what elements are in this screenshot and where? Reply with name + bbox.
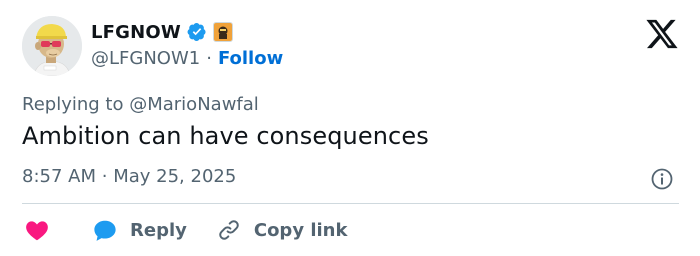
timestamp-separator: · <box>101 166 108 187</box>
tweet-time: 8:57 AM <box>22 166 96 187</box>
actions-divider <box>22 203 679 204</box>
reply-mention-link[interactable]: @MarioNawfal <box>129 94 259 115</box>
copy-link-button[interactable]: Copy link <box>217 218 348 242</box>
author-handle[interactable]: @LFGNOW1 <box>91 48 200 69</box>
affiliate-badge-icon[interactable] <box>212 22 233 42</box>
tweet-actions: Reply Copy link <box>22 215 347 245</box>
link-icon <box>217 218 241 242</box>
reply-context: Replying to @MarioNawfal <box>22 94 259 115</box>
reply-label: Reply <box>130 219 187 241</box>
reply-context-prefix: Replying to <box>22 94 124 115</box>
tweet-text: Ambition can have consequences <box>22 122 429 150</box>
ape-avatar-icon <box>22 16 82 76</box>
heart-icon <box>24 218 50 242</box>
tweet-timestamp[interactable]: 8:57 AM · May 25, 2025 <box>22 166 236 187</box>
author-handle-row: @LFGNOW1 · Follow <box>91 48 283 69</box>
author-display-name[interactable]: LFGNOW <box>91 22 181 43</box>
verified-badge-icon <box>187 22 207 42</box>
reply-button[interactable]: Reply <box>92 218 187 242</box>
copy-link-label: Copy link <box>253 219 348 241</box>
like-button[interactable] <box>22 218 50 242</box>
x-logo-icon[interactable] <box>645 18 679 50</box>
author-name-row: LFGNOW <box>91 19 233 45</box>
follow-button[interactable]: Follow <box>218 48 283 69</box>
reply-bubble-icon <box>92 218 118 242</box>
tweet-date: May 25, 2025 <box>113 166 237 187</box>
info-icon[interactable] <box>650 167 674 191</box>
avatar[interactable] <box>22 16 82 76</box>
separator-dot: · <box>206 48 212 69</box>
